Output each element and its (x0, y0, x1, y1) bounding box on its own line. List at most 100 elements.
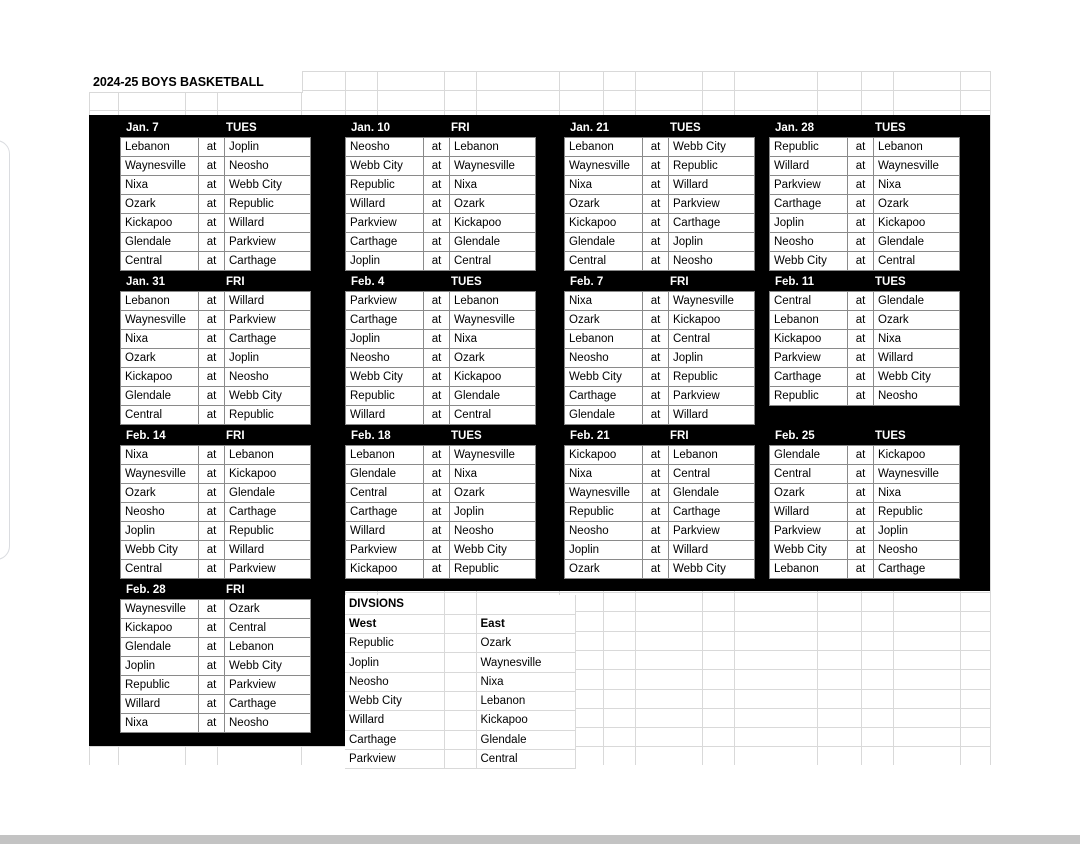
away-team-cell[interactable]: Nixa (564, 464, 643, 484)
home-team-cell[interactable]: Central (668, 329, 755, 349)
at-label-cell[interactable]: at (198, 329, 225, 349)
at-label-cell[interactable]: at (642, 251, 669, 271)
table-row[interactable]: Nixa at Waynesville (564, 291, 755, 311)
away-team-cell[interactable]: Joplin (345, 329, 424, 349)
away-team-cell[interactable]: Ozark (564, 310, 643, 330)
table-row[interactable]: Ozark at Joplin (120, 348, 311, 368)
home-team-cell[interactable]: Ozark (224, 599, 311, 619)
divisions-spacer-cell[interactable] (444, 691, 477, 712)
table-row[interactable]: Parkview at Webb City (345, 540, 536, 560)
divisions-spacer-cell[interactable] (444, 595, 477, 615)
away-team-cell[interactable]: Waynesville (120, 599, 199, 619)
away-team-cell[interactable]: Willard (769, 502, 848, 522)
away-team-cell[interactable]: Ozark (120, 348, 199, 368)
home-team-cell[interactable]: Webb City (668, 559, 755, 579)
at-label-cell[interactable]: at (198, 599, 225, 619)
table-row[interactable]: Ozark at Webb City (564, 559, 755, 579)
home-team-cell[interactable]: Nixa (873, 483, 960, 503)
table-row[interactable]: Webb City at Kickapoo (345, 367, 536, 387)
away-team-cell[interactable]: Nixa (120, 329, 199, 349)
at-label-cell[interactable]: at (423, 137, 450, 157)
away-team-cell[interactable]: Nixa (564, 175, 643, 195)
home-team-cell[interactable]: Central (449, 405, 536, 425)
home-team-cell[interactable]: Republic (224, 194, 311, 214)
list-item[interactable]: Carthage Glendale (345, 730, 576, 750)
away-team-cell[interactable]: Glendale (564, 232, 643, 252)
table-row[interactable]: Carthage at Joplin (345, 502, 536, 522)
at-label-cell[interactable]: at (847, 464, 874, 484)
table-row[interactable]: Webb City at Neosho (769, 540, 960, 560)
home-team-cell[interactable]: Lebanon (873, 137, 960, 157)
table-row[interactable]: Republic at Glendale (345, 386, 536, 406)
table-row[interactable]: Waynesville at Neosho (120, 156, 311, 176)
away-team-cell[interactable]: Lebanon (564, 137, 643, 157)
home-team-cell[interactable]: Carthage (224, 251, 311, 271)
away-team-cell[interactable]: Glendale (120, 386, 199, 406)
table-row[interactable]: Neosho at Parkview (564, 521, 755, 541)
away-team-cell[interactable]: Nixa (120, 445, 199, 465)
home-team-cell[interactable]: Waynesville (449, 310, 536, 330)
at-label-cell[interactable]: at (642, 445, 669, 465)
home-team-cell[interactable]: Carthage (224, 502, 311, 522)
away-team-cell[interactable]: Willard (769, 156, 848, 176)
away-team-cell[interactable]: Waynesville (564, 156, 643, 176)
table-row[interactable]: Ozark at Republic (120, 194, 311, 214)
table-row[interactable]: Nixa at Neosho (120, 713, 311, 733)
home-team-cell[interactable]: Carthage (668, 213, 755, 233)
table-row[interactable]: Willard at Central (345, 405, 536, 425)
table-row[interactable]: Central at Carthage (120, 251, 311, 271)
at-label-cell[interactable]: at (198, 194, 225, 214)
away-team-cell[interactable]: Neosho (345, 137, 424, 157)
table-row[interactable]: Ozark at Parkview (564, 194, 755, 214)
table-row[interactable]: Kickapoo at Republic (345, 559, 536, 579)
away-team-cell[interactable]: Waynesville (120, 156, 199, 176)
table-row[interactable]: Republic at Lebanon (769, 137, 960, 157)
at-label-cell[interactable]: at (423, 464, 450, 484)
away-team-cell[interactable]: Waynesville (120, 464, 199, 484)
home-team-cell[interactable]: Ozark (449, 483, 536, 503)
home-team-cell[interactable]: Kickapoo (449, 213, 536, 233)
table-row[interactable]: Glendale at Kickapoo (769, 445, 960, 465)
divisions-spacer-cell[interactable] (444, 730, 477, 750)
away-team-cell[interactable]: Parkview (345, 291, 424, 311)
at-label-cell[interactable]: at (198, 483, 225, 503)
home-team-cell[interactable]: Neosho (224, 713, 311, 733)
at-label-cell[interactable]: at (847, 175, 874, 195)
table-row[interactable]: Joplin at Willard (564, 540, 755, 560)
table-row[interactable]: Central at Glendale (769, 291, 960, 311)
at-label-cell[interactable]: at (847, 194, 874, 214)
divisions-spacer-cell[interactable] (444, 652, 477, 673)
at-label-cell[interactable]: at (847, 483, 874, 503)
home-team-cell[interactable]: Republic (449, 559, 536, 579)
away-team-cell[interactable]: Lebanon (120, 137, 199, 157)
table-row[interactable]: Webb City at Willard (120, 540, 311, 560)
away-team-cell[interactable]: Webb City (120, 540, 199, 560)
at-label-cell[interactable]: at (847, 291, 874, 311)
at-label-cell[interactable]: at (423, 445, 450, 465)
table-row[interactable]: Lebanon at Ozark (769, 310, 960, 330)
table-row[interactable]: Kickapoo at Willard (120, 213, 311, 233)
away-team-cell[interactable]: Parkview (769, 348, 848, 368)
away-team-cell[interactable]: Neosho (120, 502, 199, 522)
away-team-cell[interactable]: Republic (769, 386, 848, 406)
table-row[interactable]: Carthage at Webb City (769, 367, 960, 387)
home-team-cell[interactable]: Kickapoo (224, 464, 311, 484)
home-team-cell[interactable]: Parkview (224, 232, 311, 252)
table-row[interactable]: Ozark at Glendale (120, 483, 311, 503)
away-team-cell[interactable]: Parkview (345, 540, 424, 560)
at-label-cell[interactable]: at (642, 405, 669, 425)
at-label-cell[interactable]: at (642, 367, 669, 387)
at-label-cell[interactable]: at (423, 232, 450, 252)
away-team-cell[interactable]: Nixa (120, 713, 199, 733)
table-row[interactable]: Lebanon at Joplin (120, 137, 311, 157)
table-row[interactable]: Nixa at Carthage (120, 329, 311, 349)
away-team-cell[interactable]: Republic (345, 175, 424, 195)
table-row[interactable]: Glendale at Willard (564, 405, 755, 425)
home-team-cell[interactable]: Lebanon (224, 637, 311, 657)
home-team-cell[interactable]: Republic (224, 405, 311, 425)
away-team-cell[interactable]: Central (120, 251, 199, 271)
at-label-cell[interactable]: at (423, 291, 450, 311)
away-team-cell[interactable]: Central (769, 291, 848, 311)
at-label-cell[interactable]: at (198, 618, 225, 638)
home-team-cell[interactable]: Central (668, 464, 755, 484)
